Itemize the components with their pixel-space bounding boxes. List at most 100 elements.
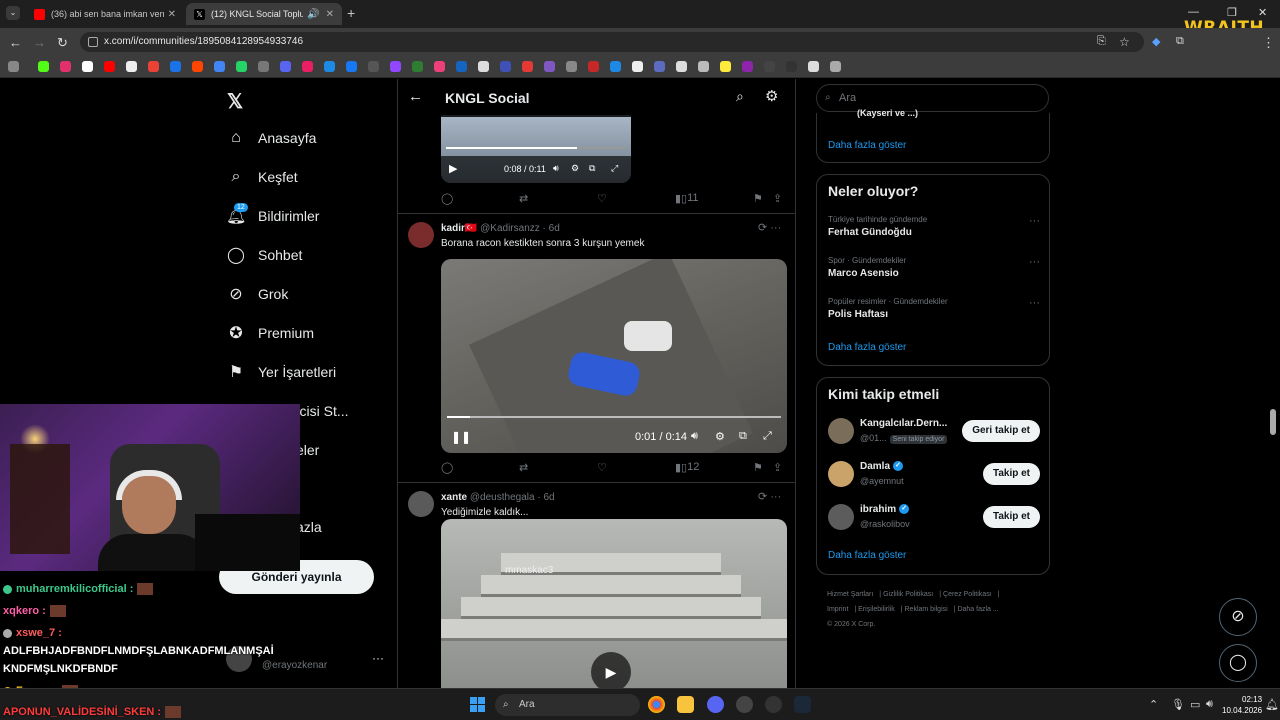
more-dots-icon[interactable]: ··· [1029, 297, 1040, 309]
bookmark-icon[interactable] [214, 61, 225, 72]
post[interactable]: xante @deusthegala · 6d ⟳ ··· Yediğimizl… [398, 483, 795, 688]
close-tab-icon[interactable]: ✕ [326, 9, 334, 20]
footer-link[interactable]: Imprint [827, 606, 848, 613]
bookmark-icon[interactable] [390, 61, 401, 72]
avatar[interactable] [828, 461, 854, 487]
x-logo-icon[interactable]: 𝕏 [227, 89, 243, 114]
views-icon[interactable]: ▮▯ 12 [675, 461, 699, 474]
post-time[interactable]: · 6d [537, 492, 554, 503]
discord-icon[interactable] [707, 696, 724, 713]
play-icon[interactable]: ▶ [591, 652, 631, 688]
taskbar-search[interactable]: ⌕ Ara [495, 694, 640, 716]
bookmark-icon[interactable]: ⚑ [753, 192, 763, 205]
system-clock[interactable]: 02:13 10.04.2026 [1222, 694, 1262, 716]
pause-icon[interactable]: ❚❚ [451, 430, 471, 444]
bookmark-icon[interactable] [786, 61, 797, 72]
volume-icon[interactable]: 🔊︎ [691, 430, 698, 443]
footer-link[interactable]: Hizmet Şartları [827, 591, 873, 598]
bookmark-icon[interactable] [104, 61, 115, 72]
footer-link[interactable]: Çerez Politikası [943, 591, 992, 598]
speaker-icon[interactable]: 🔊 [307, 9, 319, 20]
more-dots-icon[interactable]: ⟳ ··· [758, 490, 781, 503]
show-more-link[interactable]: Daha fazla göster [828, 550, 906, 561]
sidebar-item-explore[interactable]: ⌕ Keşfet [226, 162, 298, 192]
close-tab-icon[interactable]: ✕ [168, 9, 176, 20]
volume-icon[interactable]: 🔊︎ [553, 163, 559, 174]
back-arrow-icon[interactable]: ← [9, 35, 22, 50]
show-hidden-icons-icon[interactable]: ⌃ [1149, 698, 1158, 711]
reply-icon[interactable]: ◯ [441, 461, 453, 474]
fullscreen-icon[interactable]: ⤢ [763, 430, 772, 443]
video-progress-track[interactable] [447, 416, 781, 418]
page-scrollbar[interactable] [1270, 409, 1276, 435]
bookmark-icon[interactable] [236, 61, 247, 72]
fullscreen-icon[interactable]: ⤢ [611, 163, 618, 174]
views-icon[interactable]: ▮▯ 11 [675, 192, 699, 205]
extensions-puzzle-icon[interactable]: ⧉ [1176, 35, 1184, 48]
bookmark-icon[interactable] [478, 61, 489, 72]
bookmark-icon[interactable] [742, 61, 753, 72]
bookmark-icon[interactable] [368, 61, 379, 72]
display-icon[interactable]: ▭ [1190, 698, 1200, 711]
chrome-icon[interactable] [648, 696, 665, 713]
bookmark-icon[interactable] [456, 61, 467, 72]
avatar[interactable] [828, 418, 854, 444]
browser-tab-x[interactable]: 𝕏 (12) KNGL Social Topluluk / 🔊 ✕ [186, 3, 342, 25]
settings-icon[interactable]: ⚙ [715, 430, 725, 443]
url-field[interactable]: x.com/i/communities/1895084128954933746 [80, 32, 1144, 52]
follow-button[interactable]: Takip et [982, 463, 1040, 485]
bookmark-icon[interactable] [280, 61, 291, 72]
trend-item[interactable]: Spor · Gündemdekiler Marco Asensio ··· [828, 256, 1040, 279]
more-dots-icon[interactable]: ··· [1029, 215, 1040, 227]
bookmark-icon[interactable] [720, 61, 731, 72]
repost-icon[interactable]: ⇄ [519, 461, 528, 474]
footer-link[interactable]: Daha fazla ... [957, 606, 998, 613]
app-icon[interactable] [736, 696, 753, 713]
extension-icon[interactable]: ◆ [1152, 35, 1160, 48]
sidebar-item-bookmarks[interactable]: ⚑ Yer İşaretleri [226, 357, 336, 387]
sidebar-item-home[interactable]: ⌂ Anasayfa [226, 123, 316, 153]
follow-suggestion[interactable]: ibrahim ✓ @raskolibov Takip et [828, 502, 1040, 536]
search-icon[interactable]: ⌕ [736, 88, 744, 105]
show-more-link[interactable]: Daha fazla göster [828, 140, 906, 151]
play-icon[interactable]: ▶ [449, 162, 457, 175]
bookmark-icon[interactable] [258, 61, 269, 72]
notification-bell-icon[interactable]: 🔔︎ [1265, 698, 1279, 711]
avatar[interactable] [408, 491, 434, 517]
bookmark-icon[interactable] [324, 61, 335, 72]
bookmark-icon[interactable] [808, 61, 819, 72]
tab-list-button[interactable]: ⌄ [6, 6, 20, 20]
video-player[interactable]: mmaskac3 ▶ [441, 519, 787, 688]
author-handle[interactable]: @Kadirsanzz [480, 223, 540, 234]
follow-suggestion[interactable]: Damla ✓ @ayemnut Takip et [828, 459, 1040, 493]
follow-suggestion[interactable]: Kangalcılar.Dern... @01... Seni takip edi… [828, 416, 1040, 450]
bookmark-icon[interactable] [676, 61, 687, 72]
bookmark-icon[interactable] [500, 61, 511, 72]
search-input[interactable]: ⌕ Ara [816, 84, 1049, 112]
site-info-icon[interactable] [88, 37, 98, 47]
sidebar-item-notifications[interactable]: 🔔︎ 12 Bildirimler [226, 201, 319, 231]
share-icon[interactable]: ⇪ [773, 461, 782, 474]
browser-tab-youtube[interactable]: (36) abi sen bana imkan vermiyo ✕ [26, 3, 184, 25]
bookmark-icon[interactable] [60, 61, 71, 72]
trend-item[interactable]: Türkiye tarihinde gündemde Ferhat Gündoğ… [828, 215, 1040, 238]
grok-fab-icon[interactable]: ⊘ [1219, 598, 1257, 636]
more-dots-icon[interactable]: ··· [372, 651, 384, 665]
footer-link[interactable]: Erişilebilirlik [858, 606, 895, 613]
more-dots-icon[interactable]: ⟳ ··· [758, 221, 781, 234]
repost-icon[interactable]: ⇄ [519, 192, 528, 205]
bookmark-icon[interactable] [522, 61, 533, 72]
microphone-icon[interactable]: 🎙︎ [1171, 698, 1185, 711]
bookmark-icon[interactable] [566, 61, 577, 72]
apps-grid-icon[interactable] [8, 61, 19, 72]
avatar[interactable] [828, 504, 854, 530]
file-explorer-icon[interactable] [677, 696, 694, 713]
reply-icon[interactable]: ◯ [441, 192, 453, 205]
back-arrow-icon[interactable]: ← [408, 88, 423, 105]
author-name[interactable]: kadir🇹🇷 [441, 223, 477, 234]
bookmark-icon[interactable] [698, 61, 709, 72]
author-handle[interactable]: @deusthegala [470, 492, 535, 503]
trend-item[interactable]: Popüler resimler · Gündemdekiler Polis H… [828, 297, 1040, 320]
author-name[interactable]: xante [441, 492, 467, 503]
share-icon[interactable]: ⇪ [773, 192, 782, 205]
